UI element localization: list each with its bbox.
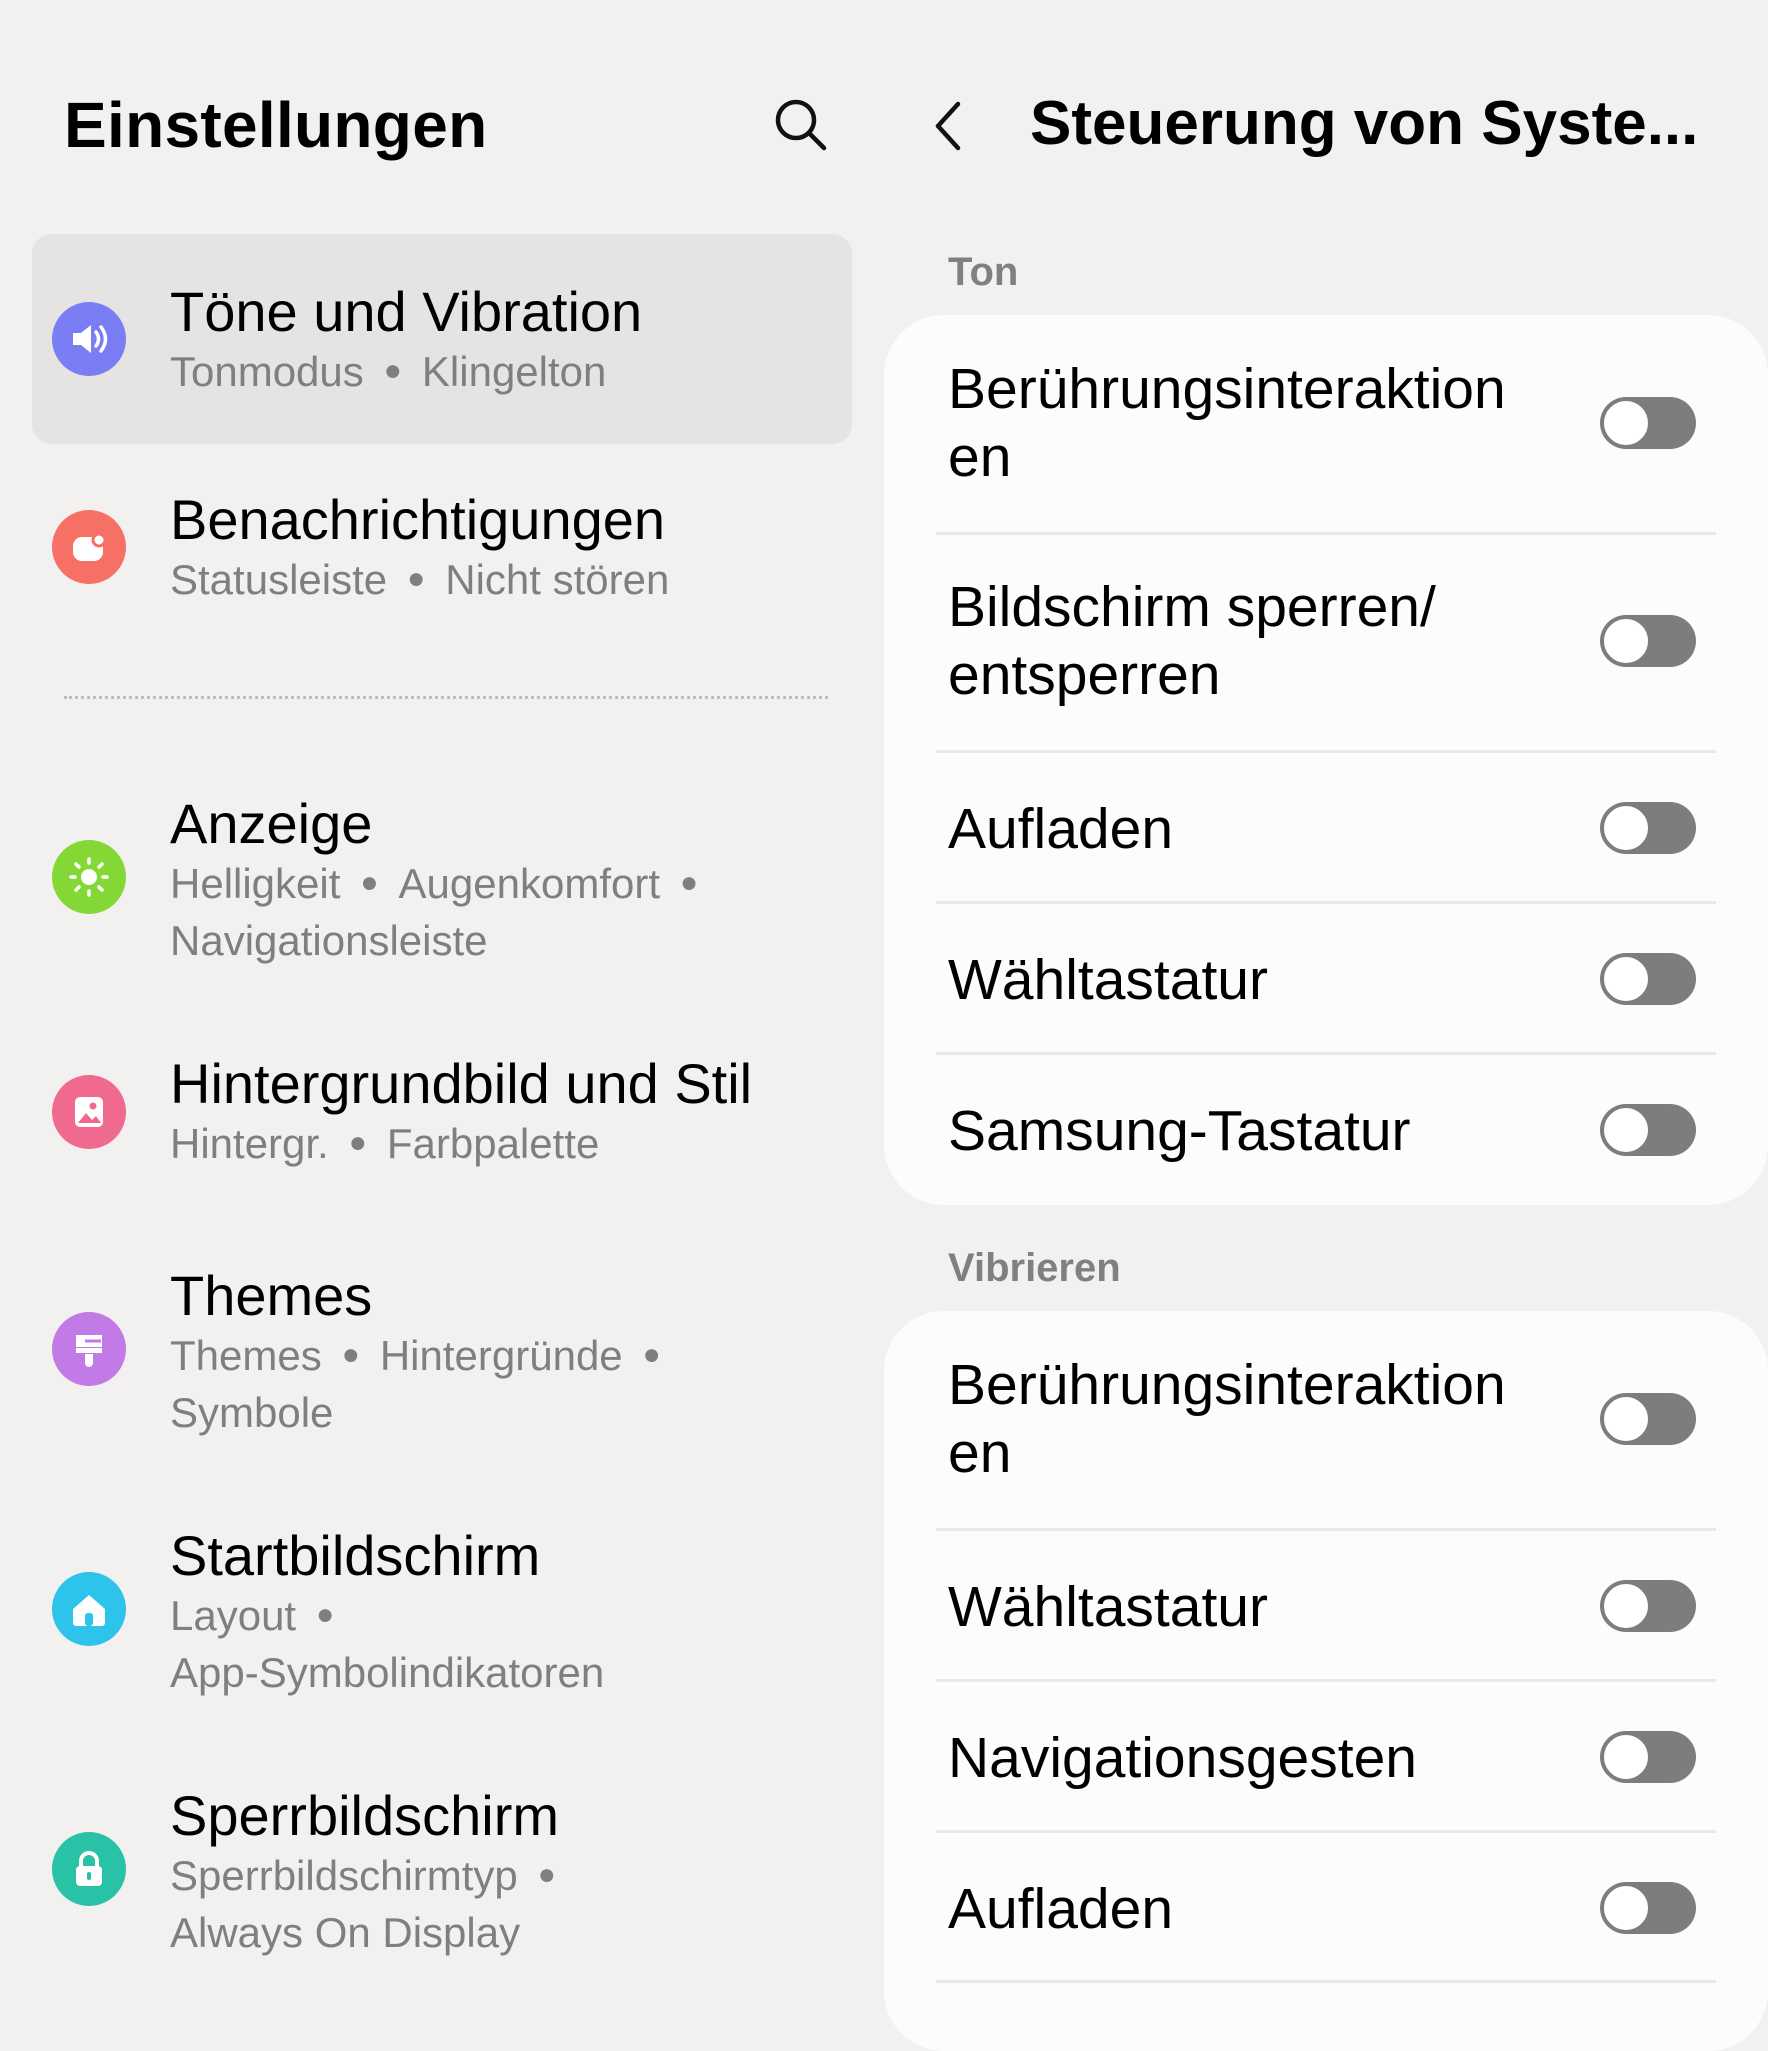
item-title: Hintergrundbild und Stil (170, 1052, 753, 1115)
toggle-knob (1602, 399, 1650, 447)
home-screen-icon-badge (52, 1572, 126, 1646)
speaker-icon (73, 325, 108, 353)
item-title: Benachrichtigungen (170, 488, 666, 551)
notifications-icon-badge (52, 510, 126, 584)
section-divider (64, 696, 828, 699)
settings-item-wallpaper-style[interactable]: Hintergrundbild und Stil Hintergr. ● Farbp… (32, 1030, 852, 1220)
themes-icon-badge (52, 1312, 126, 1386)
row-label: Aufladen (948, 797, 1174, 861)
search-button[interactable] (770, 94, 830, 154)
row-label: Aufladen (948, 1877, 1174, 1941)
toggle-switch[interactable] (1600, 1731, 1696, 1783)
lock-screen-icon-badge (52, 1832, 126, 1906)
row-label: Bildschirm sperren/ entsperren (948, 575, 1436, 707)
setting-row-charging-vibration[interactable]: Aufladen (884, 1833, 1768, 1983)
section-label-vibration: Vibrieren (948, 1246, 1121, 1290)
settings-item-themes[interactable]: Themes Themes ● Hintergründe ● Symbole (32, 1250, 852, 1470)
toggle-knob (1602, 1884, 1650, 1932)
item-subtitle: Themes ● Hintergründe ● Symbole (170, 1332, 661, 1436)
setting-row-touch-vibration[interactable]: Berührungsinteraktion en (884, 1311, 1768, 1531)
system-controls-panel: Steuerung von Syste... Ton Berührungsint… (884, 0, 1768, 2051)
sounds-icon-badge (52, 302, 126, 376)
row-label: Samsung-Tastatur (948, 1099, 1411, 1163)
toggle-knob (1602, 617, 1650, 665)
toggle-switch[interactable] (1600, 1882, 1696, 1934)
brush-icon (76, 1335, 102, 1367)
settings-item-sounds-vibration[interactable]: Töne und Vibration Tonmodus ● Klingelton (32, 234, 852, 444)
toggle-switch[interactable] (1600, 1580, 1696, 1632)
notification-icon (73, 532, 107, 561)
settings-item-display[interactable]: Anzeige Helligkeit ● Augenkomfort ● Navigati… (32, 770, 852, 1000)
lock-icon (76, 1851, 102, 1886)
row-label: Berührungsinteraktion en (948, 357, 1506, 489)
toggle-switch[interactable] (1600, 953, 1696, 1005)
search-icon (775, 99, 827, 151)
item-subtitle: Statusleiste ● Nicht stören (170, 556, 670, 603)
item-subtitle: Sperrbildschirmtyp ●Always On Display (170, 1852, 556, 1956)
wallpaper-icon-badge (52, 1075, 126, 1149)
section-label-sound: Ton (948, 250, 1019, 294)
toggle-switch[interactable] (1600, 802, 1696, 854)
toggle-knob (1602, 1395, 1650, 1443)
setting-row-dialpad-sound[interactable]: Wähltastatur (884, 904, 1768, 1055)
row-label: Wähltastatur (948, 948, 1268, 1012)
item-title: Sperrbildschirm (170, 1784, 559, 1847)
settings-item-notifications[interactable]: Benachrichtigungen Statusleiste ● Nicht st… (32, 460, 852, 640)
toggle-knob (1602, 1582, 1650, 1630)
back-button[interactable] (926, 96, 976, 156)
sun-icon (69, 857, 109, 897)
toggle-knob (1602, 1106, 1650, 1154)
settings-item-lock-screen[interactable]: Sperrbildschirm Sperrbildschirmtyp ●Alway… (32, 1770, 852, 1990)
setting-row-lock-unlock-sound[interactable]: Bildschirm sperren/ entsperren (884, 535, 1768, 753)
home-icon (73, 1595, 105, 1626)
page-title: Steuerung von Syste... (1030, 89, 1699, 158)
setting-row-touch-sound[interactable]: Berührungsinteraktion en (884, 315, 1768, 535)
row-label: Navigationsgesten (948, 1726, 1417, 1790)
toggle-switch[interactable] (1600, 1104, 1696, 1156)
wallpaper-icon (75, 1097, 103, 1127)
item-subtitle: Layout ● App-Symbolindikatoren (170, 1592, 605, 1696)
toggle-switch[interactable] (1600, 397, 1696, 449)
vibration-card: Berührungsinteraktion en Wähltastatur Na… (884, 1311, 1768, 2051)
setting-row-dialpad-vibration[interactable]: Wähltastatur (884, 1531, 1768, 1682)
item-title: Töne und Vibration (170, 280, 643, 343)
toggle-knob (1602, 804, 1650, 852)
item-subtitle: Helligkeit ● Augenkomfort ● Navigationsleist… (170, 860, 699, 964)
settings-list-panel: Einstellungen Töne und Vibration Tonmodu… (0, 0, 884, 1994)
settings-title: Einstellungen (64, 89, 488, 161)
settings-item-home-screen[interactable]: Startbildschirm Layout ● App-Symbolindikat… (32, 1510, 852, 1730)
toggle-switch[interactable] (1600, 615, 1696, 667)
toggle-switch[interactable] (1600, 1393, 1696, 1445)
sound-card: Berührungsinteraktion en Bildschirm sper… (884, 315, 1768, 1205)
item-subtitle: Hintergr. ● Farbpalette (170, 1120, 600, 1167)
row-label: Wähltastatur (948, 1575, 1268, 1639)
setting-row-samsung-keyboard-sound[interactable]: Samsung-Tastatur (884, 1055, 1768, 1205)
item-title: Startbildschirm (170, 1524, 541, 1587)
setting-row-charging-sound[interactable]: Aufladen (884, 753, 1768, 904)
setting-row-navigation-gestures-vibration[interactable]: Navigationsgesten (884, 1682, 1768, 1833)
back-arrow-icon (935, 101, 961, 151)
item-title: Anzeige (170, 792, 373, 855)
toggle-knob (1602, 1733, 1650, 1781)
row-label: Berührungsinteraktion en (948, 1353, 1506, 1485)
row-divider (936, 1980, 1716, 1983)
item-title: Themes (170, 1264, 373, 1327)
toggle-knob (1602, 955, 1650, 1003)
item-subtitle: Tonmodus ● Klingelton (170, 348, 607, 395)
display-icon-badge (52, 840, 126, 914)
